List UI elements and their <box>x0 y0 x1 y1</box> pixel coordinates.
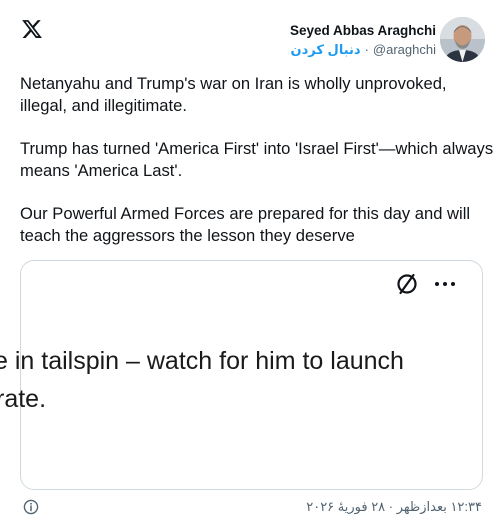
avatar[interactable] <box>440 17 485 62</box>
follow-button[interactable]: دنبال کردن <box>291 42 361 57</box>
card-text-line: rate. <box>0 385 47 413</box>
tweet-paragraph: Our Powerful Armed Forces are prepared f… <box>20 204 471 245</box>
card-text-line: e in tailspin – watch for him to launch <box>0 347 404 375</box>
tweet-embed: Seyed Abbas Araghchi دنبال کردن · @araghch… <box>0 0 503 529</box>
x-logo-icon[interactable] <box>21 18 43 40</box>
tweet-paragraph: Trump has turned 'America First' into 'I… <box>20 139 494 180</box>
tweet-text: Netanyahu and Trump's war on Iran is who… <box>20 73 498 268</box>
author-info: Seyed Abbas Araghchi دنبال کردن · @araghch… <box>290 22 436 58</box>
author-handle[interactable]: @araghchi <box>373 42 436 57</box>
slashed-circle-icon[interactable] <box>394 271 420 297</box>
tweet-footer: ۱۲:۳۴ بعدازظهر · ۲۸ فوریهٔ ۲۰۲۶ <box>20 497 482 517</box>
card-toolbar <box>394 271 456 297</box>
separator-dot: · <box>364 42 369 57</box>
info-circle-icon[interactable] <box>23 499 39 515</box>
tweet-paragraph: Netanyahu and Trump's war on Iran is who… <box>20 74 447 115</box>
author-name[interactable]: Seyed Abbas Araghchi <box>290 22 436 39</box>
avatar-image <box>440 17 485 62</box>
author-subline: دنبال کردن · @araghchi <box>290 41 436 58</box>
more-horizontal-icon[interactable] <box>434 280 456 288</box>
timestamp[interactable]: ۱۲:۳۴ بعدازظهر · ۲۸ فوریهٔ ۲۰۲۶ <box>306 499 482 515</box>
